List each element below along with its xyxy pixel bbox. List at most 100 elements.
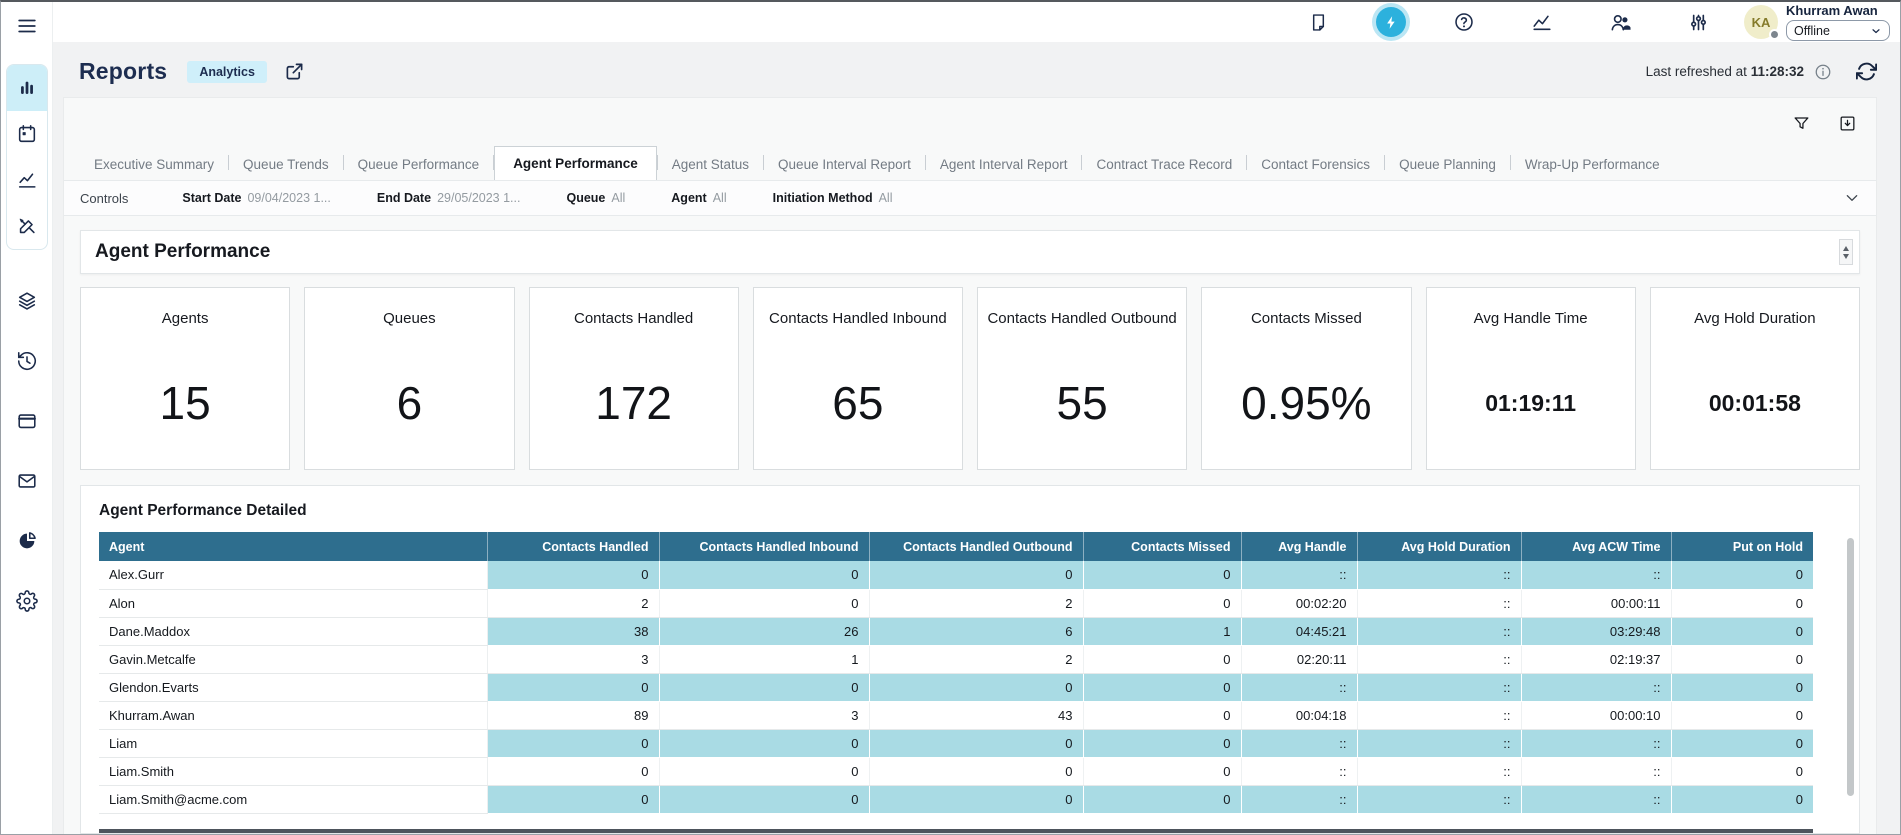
- app-window: KA Khurram Awan Offline Reports Analytic…: [1, 2, 1900, 834]
- line-chart-icon: [16, 169, 38, 191]
- boost-lightning-icon[interactable]: [1376, 7, 1406, 37]
- value-cell: 2: [869, 645, 1083, 673]
- value-cell: 04:45:21: [1241, 617, 1357, 645]
- sidebar-item-mail[interactable]: [7, 451, 47, 511]
- menu-icon[interactable]: [7, 10, 47, 42]
- column-header-avg-handle[interactable]: Avg Handle: [1241, 532, 1357, 561]
- column-header-contacts-missed[interactable]: Contacts Missed: [1083, 532, 1241, 561]
- sidebar-item-line-chart[interactable]: [7, 157, 47, 203]
- sidebar-item-window[interactable]: [7, 391, 47, 451]
- metrics-icon[interactable]: [1522, 6, 1562, 38]
- sidebar-nav-list: [7, 271, 47, 631]
- refresh-area: Last refreshed at 11:28:32: [1646, 61, 1877, 82]
- kpi-card-avg-hold-duration: Avg Hold Duration00:01:58: [1650, 287, 1860, 470]
- tab-agent-status[interactable]: Agent Status: [658, 148, 763, 180]
- kpi-label: Contacts Handled Outbound: [978, 310, 1186, 327]
- column-header-contacts-handled-outbound[interactable]: Contacts Handled Outbound: [869, 532, 1083, 561]
- value-cell: 03:29:48: [1521, 617, 1671, 645]
- control-queue[interactable]: QueueAll: [566, 191, 625, 205]
- kpi-value: 15: [81, 376, 289, 430]
- tab-contact-forensics[interactable]: Contact Forensics: [1247, 148, 1384, 180]
- sidebar-item-pie[interactable]: [7, 511, 47, 571]
- refresh-icon[interactable]: [1856, 61, 1877, 82]
- value-cell: 0: [1083, 785, 1241, 813]
- value-cell: 0: [659, 589, 869, 617]
- tab-queue-interval-report[interactable]: Queue Interval Report: [764, 148, 925, 180]
- sidebar-item-design[interactable]: [7, 203, 47, 249]
- gear-icon: [16, 590, 38, 612]
- value-cell: 0: [1083, 589, 1241, 617]
- value-cell: 0: [1083, 673, 1241, 701]
- tab-agent-interval-report[interactable]: Agent Interval Report: [926, 148, 1082, 180]
- tab-executive-summary[interactable]: Executive Summary: [80, 148, 228, 180]
- control-agent[interactable]: AgentAll: [671, 191, 726, 205]
- download-icon[interactable]: [1836, 112, 1858, 134]
- help-icon[interactable]: [1444, 6, 1484, 38]
- column-header-contacts-handled-inbound[interactable]: Contacts Handled Inbound: [659, 532, 869, 561]
- value-cell: ::: [1241, 673, 1357, 701]
- table-vertical-scrollbar[interactable]: [1847, 538, 1854, 796]
- page-title: Reports: [79, 58, 167, 85]
- value-cell: 0: [869, 673, 1083, 701]
- kpi-card-contacts-handled: Contacts Handled172: [529, 287, 739, 470]
- info-icon[interactable]: [1814, 63, 1832, 81]
- status-select[interactable]: Offline: [1786, 20, 1890, 41]
- column-header-contacts-handled[interactable]: Contacts Handled: [487, 532, 659, 561]
- filter-icon[interactable]: [1790, 112, 1812, 134]
- control-value: All: [713, 191, 727, 205]
- kpi-value: 172: [530, 376, 738, 430]
- tab-wrap-up-performance[interactable]: Wrap-Up Performance: [1511, 148, 1674, 180]
- value-cell: 1: [1083, 617, 1241, 645]
- users-icon[interactable]: [1600, 6, 1640, 38]
- spinner-up-icon[interactable]: [1843, 246, 1849, 251]
- external-link-icon[interactable]: [285, 62, 304, 81]
- avatar[interactable]: KA: [1744, 5, 1778, 39]
- tab-queue-trends[interactable]: Queue Trends: [229, 148, 343, 180]
- control-start-date[interactable]: Start Date09/04/2023 1...: [182, 191, 330, 205]
- tab-contract-trace-record[interactable]: Contract Trace Record: [1082, 148, 1246, 180]
- table-horizontal-scrollbar[interactable]: [99, 829, 1813, 833]
- notes-icon[interactable]: [1298, 6, 1338, 38]
- control-initiation-method[interactable]: Initiation MethodAll: [773, 191, 893, 205]
- detail-table-body: Alex.Gurr0000::::::0Alon202000:02:20::00…: [99, 561, 1813, 813]
- column-header-agent[interactable]: Agent: [99, 532, 487, 561]
- column-header-avg-acw-time[interactable]: Avg ACW Time: [1521, 532, 1671, 561]
- sidebar-item-history[interactable]: [7, 331, 47, 391]
- value-cell: 0: [1083, 757, 1241, 785]
- value-cell: 0: [659, 757, 869, 785]
- value-cell: 0: [659, 785, 869, 813]
- controls-expand-chevron-icon[interactable]: [1844, 190, 1860, 206]
- kpi-card-avg-handle-time: Avg Handle Time01:19:11: [1426, 287, 1636, 470]
- spinner-down-icon[interactable]: [1843, 254, 1849, 259]
- value-cell: 0: [1671, 701, 1813, 729]
- spinner-control[interactable]: [1839, 239, 1853, 265]
- tab-queue-performance[interactable]: Queue Performance: [344, 148, 494, 180]
- tab-queue-planning[interactable]: Queue Planning: [1385, 148, 1510, 180]
- value-cell: ::: [1357, 701, 1521, 729]
- sidebar-item-analytics-reports[interactable]: [7, 65, 47, 111]
- control-end-date[interactable]: End Date29/05/2023 1...: [377, 191, 521, 205]
- column-header-avg-hold-duration[interactable]: Avg Hold Duration: [1357, 532, 1521, 561]
- sidebar-item-settings[interactable]: [7, 571, 47, 631]
- value-cell: 02:19:37: [1521, 645, 1671, 673]
- value-cell: ::: [1357, 785, 1521, 813]
- value-cell: 0: [1083, 561, 1241, 589]
- agent-name-cell: Glendon.Evarts: [99, 673, 487, 701]
- sidebar-item-calendar[interactable]: [7, 111, 47, 157]
- sliders-icon[interactable]: [1678, 6, 1718, 38]
- tab-agent-performance[interactable]: Agent Performance: [494, 146, 657, 181]
- detail-title: Agent Performance Detailed: [99, 502, 1841, 520]
- user-meta: Khurram Awan Offline: [1786, 3, 1890, 41]
- value-cell: ::: [1521, 785, 1671, 813]
- sidebar-item-layers[interactable]: [7, 271, 47, 331]
- column-header-put-on-hold[interactable]: Put on Hold: [1671, 532, 1813, 561]
- value-cell: 02:20:11: [1241, 645, 1357, 673]
- value-cell: 0: [869, 757, 1083, 785]
- history-icon: [16, 350, 38, 372]
- table-row: Liam.Smith0000::::::0: [99, 757, 1813, 785]
- value-cell: 2: [869, 589, 1083, 617]
- topbar: KA Khurram Awan Offline: [53, 2, 1900, 42]
- table-row: Dane.Maddox38266104:45:21::03:29:480: [99, 617, 1813, 645]
- control-label: Initiation Method: [773, 191, 873, 205]
- controls-row: Controls Start Date09/04/2023 1...End Da…: [64, 180, 1876, 216]
